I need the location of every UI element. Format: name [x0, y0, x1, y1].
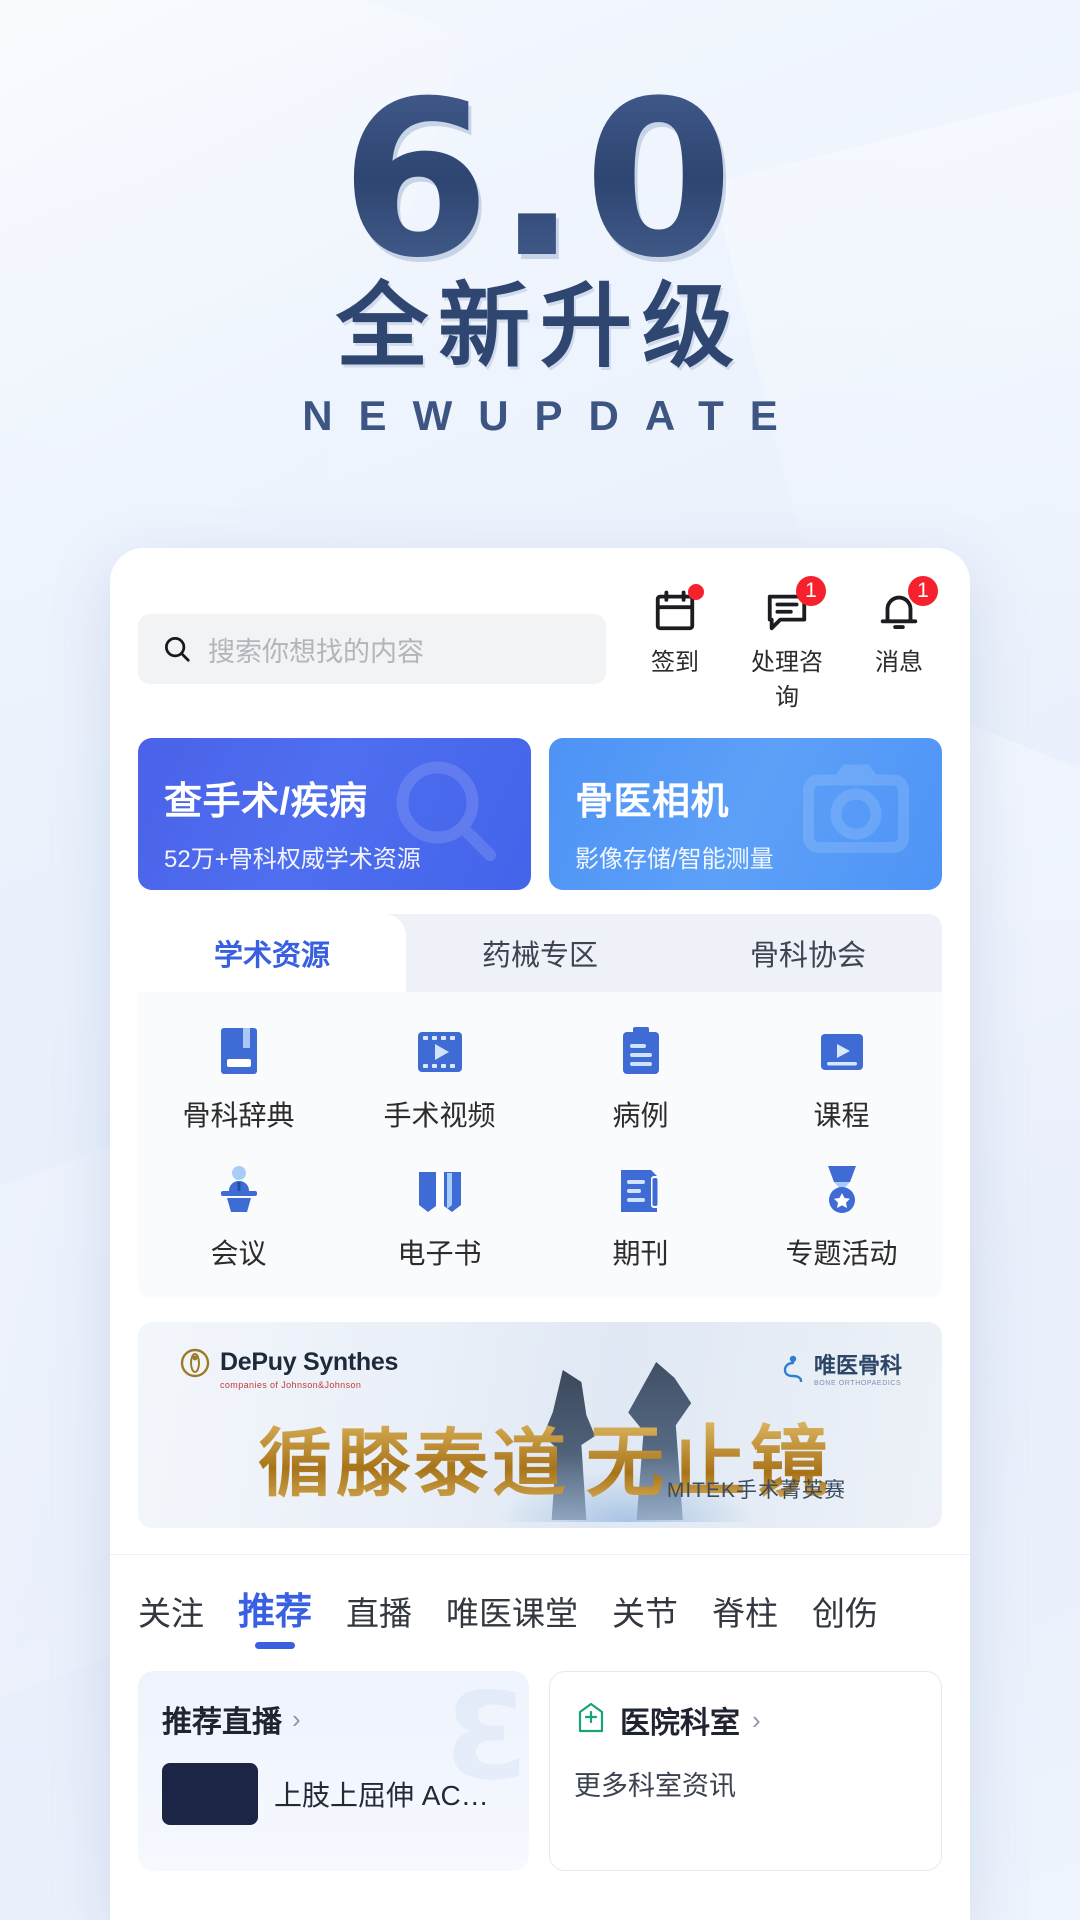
grid-item-ebook[interactable]: 电子书 — [339, 1160, 540, 1272]
grid-item-cases[interactable]: 病例 — [540, 1022, 741, 1134]
brand-name: 唯医骨科 — [813, 1353, 902, 1378]
bone-ortho-icon — [783, 1355, 803, 1382]
promo-card-surgery-disease[interactable]: 查手术/疾病 52万+骨科权威学术资源 — [138, 738, 531, 890]
grid-item-course[interactable]: 课程 — [741, 1022, 942, 1134]
film-play-icon — [410, 1022, 470, 1082]
recommended-live-title: 推荐直播 — [162, 1706, 282, 1739]
medal-icon — [812, 1160, 872, 1220]
search-row: 搜索你想找的内容 签到 1 处理咨询 1 消息 — [138, 548, 942, 712]
grid-label: 课程 — [813, 1100, 870, 1131]
grid-label: 期刊 — [612, 1238, 669, 1269]
hero-version-number: 6.0 — [0, 0, 1080, 287]
feed-tab-classroom[interactable]: 唯医课堂 — [446, 1587, 578, 1649]
podium-speaker-icon — [209, 1160, 269, 1220]
grid-label: 电子书 — [397, 1238, 482, 1269]
calendar-icon — [632, 584, 718, 636]
feed-tab-joint[interactable]: 关节 — [612, 1587, 678, 1649]
feed-tab-trauma[interactable]: 创伤 — [812, 1587, 878, 1649]
checkin-action[interactable]: 签到 — [632, 584, 718, 677]
bottom-cards: ℇ 推荐直播 › 上肢上屈伸 ACDF手 医院科室 › 更多科室资讯 — [138, 1671, 942, 1871]
consult-action[interactable]: 1 处理咨询 — [744, 576, 830, 712]
magnifier-watermark-icon — [385, 750, 505, 875]
grid-item-conference[interactable]: 会议 — [138, 1160, 339, 1272]
grid-label: 骨科辞典 — [182, 1100, 295, 1131]
grid-item-journal[interactable]: 期刊 — [540, 1160, 741, 1272]
banner-headline-left: 循膝泰道 — [258, 1404, 570, 1511]
category-grid: 骨科辞典 手术视频 病例 课程 会议 电子书 期刊 专题活动 — [138, 992, 942, 1298]
tab-pharma-device[interactable]: 药械专区 — [406, 914, 674, 992]
brand-watermark-icon: ℇ — [445, 1671, 519, 1804]
bell-icon: 1 — [856, 576, 942, 636]
messages-action[interactable]: 1 消息 — [856, 576, 942, 677]
search-placeholder: 搜索你想找的内容 — [208, 636, 424, 667]
top-actions: 签到 1 处理咨询 1 消息 — [624, 576, 942, 712]
sponsor-name: DePuy Synthes — [220, 1348, 399, 1376]
checkin-dot-badge — [688, 584, 704, 600]
brand-logo: 唯医骨科 BONE ORTHOPAEDICS — [780, 1348, 902, 1387]
grid-label: 手术视频 — [383, 1100, 496, 1131]
chat-icon: 1 — [744, 576, 830, 636]
grid-label: 会议 — [210, 1238, 267, 1269]
video-slide-icon — [812, 1022, 872, 1082]
sponsor-sub: companies of Johnson&Johnson — [220, 1380, 362, 1390]
chevron-right-icon: › — [752, 1704, 761, 1735]
hospital-icon — [574, 1698, 608, 1742]
camera-watermark-icon — [796, 750, 916, 875]
feed-tab-recommend[interactable]: 推荐 — [238, 1581, 312, 1649]
checkin-label: 签到 — [651, 649, 699, 676]
grid-item-surgery-video[interactable]: 手术视频 — [339, 1022, 540, 1134]
hero-subtitle: NEWUPDATE — [302, 391, 804, 439]
hospital-dept-header[interactable]: 医院科室 › — [574, 1698, 917, 1742]
grid-item-special-events[interactable]: 专题活动 — [741, 1160, 942, 1272]
sponsor-banner[interactable]: DePuy Synthes companies of Johnson&Johns… — [138, 1322, 942, 1528]
banner-event-name: MITEK手术菁英赛 — [666, 1479, 846, 1502]
grid-item-dictionary[interactable]: 骨科辞典 — [138, 1022, 339, 1134]
feed-tab-follow[interactable]: 关注 — [138, 1587, 204, 1649]
tab-academic-resources[interactable]: 学术资源 — [138, 914, 406, 992]
category-card: 学术资源 药械专区 骨科协会 骨科辞典 手术视频 病例 课程 会议 电子书 期刊… — [138, 914, 942, 1298]
promo-cards: 查手术/疾病 52万+骨科权威学术资源 骨医相机 影像存储/智能测量 — [138, 738, 942, 890]
phone-mockup: 搜索你想找的内容 签到 1 处理咨询 1 消息 查手术/疾病 52万+骨科权威学… — [110, 548, 970, 1920]
category-tabbar: 学术资源 药械专区 骨科协会 — [138, 914, 942, 992]
app-screen: 搜索你想找的内容 签到 1 处理咨询 1 消息 查手术/疾病 52万+骨科权威学… — [110, 548, 970, 1920]
recommended-live-card[interactable]: ℇ 推荐直播 › 上肢上屈伸 ACDF手 — [138, 1671, 529, 1871]
depuy-mark-icon — [180, 1348, 210, 1378]
feed-tab-live[interactable]: 直播 — [346, 1587, 412, 1649]
consult-count-badge: 1 — [796, 576, 826, 606]
brand-sub: BONE ORTHOPAEDICS — [813, 1380, 902, 1387]
chevron-right-icon: › — [292, 1703, 301, 1734]
search-icon — [162, 634, 192, 664]
grid-label: 专题活动 — [785, 1238, 898, 1269]
open-book-icon — [410, 1160, 470, 1220]
clipboard-icon — [611, 1022, 671, 1082]
hospital-dept-title: 医院科室 — [620, 1707, 740, 1740]
consult-label: 处理咨询 — [751, 649, 823, 711]
grid-label: 病例 — [612, 1100, 669, 1131]
search-input[interactable]: 搜索你想找的内容 — [138, 614, 606, 684]
hospital-dept-sub: 更多科室资讯 — [574, 1771, 736, 1801]
messages-count-badge: 1 — [908, 576, 938, 606]
messages-label: 消息 — [875, 649, 923, 676]
tab-ortho-association[interactable]: 骨科协会 — [674, 914, 942, 992]
feed-tabs: 关注 推荐 直播 唯医课堂 关节 脊柱 创伤 — [138, 1555, 942, 1649]
feed-tab-spine[interactable]: 脊柱 — [712, 1587, 778, 1649]
book-icon — [209, 1022, 269, 1082]
live-thumbnail — [162, 1763, 258, 1825]
sponsor-logo: DePuy Synthes companies of Johnson&Johns… — [180, 1348, 398, 1390]
hero-banner: 6.0 全新升级 NEWUPDATE — [0, 0, 1080, 540]
promo-card-camera[interactable]: 骨医相机 影像存储/智能测量 — [549, 738, 942, 890]
journal-icon — [611, 1160, 671, 1220]
hospital-dept-card[interactable]: 医院科室 › 更多科室资讯 — [549, 1671, 942, 1871]
